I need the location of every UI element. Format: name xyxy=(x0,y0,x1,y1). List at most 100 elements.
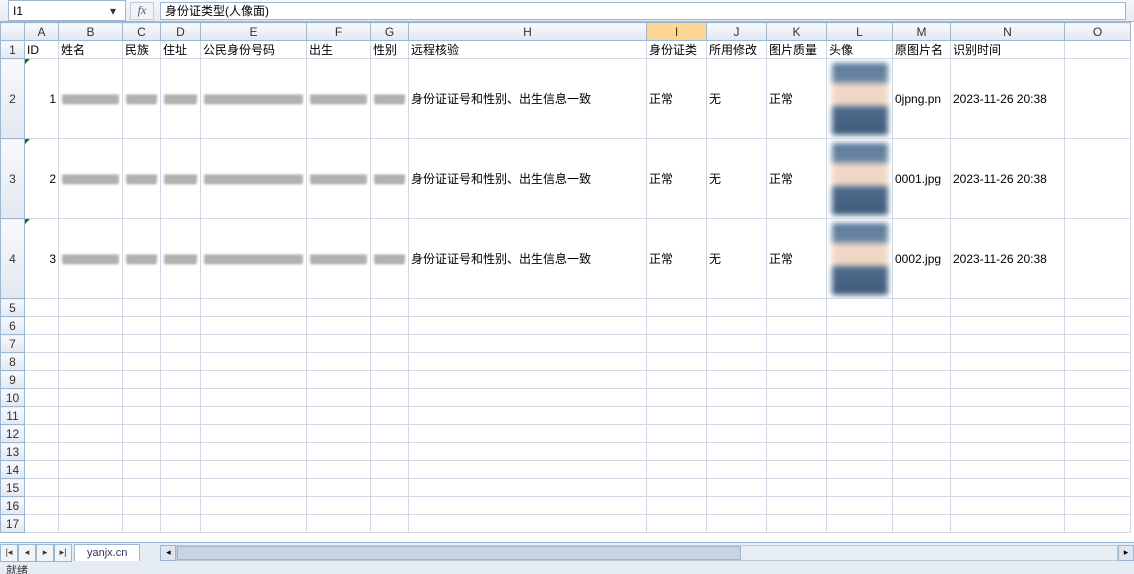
cell-empty-C-12[interactable] xyxy=(123,425,161,443)
cell-empty-I-15[interactable] xyxy=(647,479,707,497)
cell-empty-F-16[interactable] xyxy=(307,497,371,515)
cell-D-redacted[interactable] xyxy=(161,139,201,219)
tab-nav-last[interactable]: ▸| xyxy=(54,544,72,562)
cell-J-modify[interactable]: 无 xyxy=(707,219,767,299)
row-header-5[interactable]: 5 xyxy=(1,299,25,317)
row-header-7[interactable]: 7 xyxy=(1,335,25,353)
hscroll-thumb[interactable] xyxy=(177,546,741,560)
cell-empty-F-7[interactable] xyxy=(307,335,371,353)
cell-empty-C-11[interactable] xyxy=(123,407,161,425)
cell-empty-J-11[interactable] xyxy=(707,407,767,425)
cell-empty-M-15[interactable] xyxy=(893,479,951,497)
cell-empty-I-13[interactable] xyxy=(647,443,707,461)
cell-empty-O-14[interactable] xyxy=(1065,461,1131,479)
cell-G-redacted[interactable] xyxy=(371,59,409,139)
cell-F-redacted[interactable] xyxy=(307,219,371,299)
cell-empty-G-15[interactable] xyxy=(371,479,409,497)
cell-empty-G-14[interactable] xyxy=(371,461,409,479)
cell-empty-N-6[interactable] xyxy=(951,317,1065,335)
header-cell-C[interactable]: 民族 xyxy=(123,41,161,59)
row-header-6[interactable]: 6 xyxy=(1,317,25,335)
cell-empty-M-6[interactable] xyxy=(893,317,951,335)
cell-empty-E-13[interactable] xyxy=(201,443,307,461)
cell-empty-J-13[interactable] xyxy=(707,443,767,461)
cell-empty-C-17[interactable] xyxy=(123,515,161,533)
cell-empty-H-11[interactable] xyxy=(409,407,647,425)
sheet-tab[interactable]: yanjx.cn xyxy=(74,544,140,561)
cell-empty-N-16[interactable] xyxy=(951,497,1065,515)
col-header-A[interactable]: A xyxy=(25,23,59,41)
cell-empty-M-13[interactable] xyxy=(893,443,951,461)
cell-empty-I-17[interactable] xyxy=(647,515,707,533)
cell-empty-K-7[interactable] xyxy=(767,335,827,353)
cell-empty-C-14[interactable] xyxy=(123,461,161,479)
hscroll-track[interactable] xyxy=(176,545,1118,561)
cell-empty-D-15[interactable] xyxy=(161,479,201,497)
cell-empty-B-11[interactable] xyxy=(59,407,123,425)
cell-empty-H-6[interactable] xyxy=(409,317,647,335)
cell-empty-M-9[interactable] xyxy=(893,371,951,389)
cell-empty-C-15[interactable] xyxy=(123,479,161,497)
cell-empty-E-9[interactable] xyxy=(201,371,307,389)
header-cell-H[interactable]: 远程核验 xyxy=(409,41,647,59)
cell-empty-A-8[interactable] xyxy=(25,353,59,371)
cell-empty-B-16[interactable] xyxy=(59,497,123,515)
cell-empty-F-12[interactable] xyxy=(307,425,371,443)
cell-empty-J-15[interactable] xyxy=(707,479,767,497)
cell-empty-J-9[interactable] xyxy=(707,371,767,389)
cell-empty-K-5[interactable] xyxy=(767,299,827,317)
cell-empty-A-13[interactable] xyxy=(25,443,59,461)
cell-empty-K-8[interactable] xyxy=(767,353,827,371)
cell-C-redacted[interactable] xyxy=(123,219,161,299)
cell-empty-B-17[interactable] xyxy=(59,515,123,533)
col-header-F[interactable]: F xyxy=(307,23,371,41)
cell-empty-D-14[interactable] xyxy=(161,461,201,479)
cell-empty-D-12[interactable] xyxy=(161,425,201,443)
cell-empty-L-8[interactable] xyxy=(827,353,893,371)
header-cell-J[interactable]: 所用修改 xyxy=(707,41,767,59)
cell-empty-B-10[interactable] xyxy=(59,389,123,407)
cell-empty-L-9[interactable] xyxy=(827,371,893,389)
cell-empty-E-12[interactable] xyxy=(201,425,307,443)
cell-I-type[interactable]: 正常 xyxy=(647,219,707,299)
col-header-C[interactable]: C xyxy=(123,23,161,41)
cell-N-time[interactable]: 2023-11-26 20:38 xyxy=(951,59,1065,139)
cell-A-id[interactable]: 1 xyxy=(25,59,59,139)
cell-empty-J-12[interactable] xyxy=(707,425,767,443)
cell-empty-E-17[interactable] xyxy=(201,515,307,533)
cell-empty-I-10[interactable] xyxy=(647,389,707,407)
cell-E-redacted[interactable] xyxy=(201,219,307,299)
cell-empty-E-16[interactable] xyxy=(201,497,307,515)
cell-empty-A-7[interactable] xyxy=(25,335,59,353)
cell-empty-O-8[interactable] xyxy=(1065,353,1131,371)
cell-empty-G-7[interactable] xyxy=(371,335,409,353)
cell-D-redacted[interactable] xyxy=(161,59,201,139)
cell-empty-K-15[interactable] xyxy=(767,479,827,497)
cell-empty-M-16[interactable] xyxy=(893,497,951,515)
cell-M-filename[interactable]: 0jpng.pn xyxy=(893,59,951,139)
cell-H-verify[interactable]: 身份证证号和性别、出生信息一致 xyxy=(409,59,647,139)
cell-empty-N-12[interactable] xyxy=(951,425,1065,443)
cell-empty-G-5[interactable] xyxy=(371,299,409,317)
row-header-14[interactable]: 14 xyxy=(1,461,25,479)
cell-O-empty[interactable] xyxy=(1065,139,1131,219)
cell-empty-K-17[interactable] xyxy=(767,515,827,533)
cell-empty-J-17[interactable] xyxy=(707,515,767,533)
cell-empty-J-6[interactable] xyxy=(707,317,767,335)
header-cell-D[interactable]: 住址 xyxy=(161,41,201,59)
cell-G-redacted[interactable] xyxy=(371,139,409,219)
cell-empty-H-17[interactable] xyxy=(409,515,647,533)
fx-button[interactable]: fx xyxy=(130,2,154,20)
cell-J-modify[interactable]: 无 xyxy=(707,59,767,139)
cell-empty-A-10[interactable] xyxy=(25,389,59,407)
cell-empty-O-12[interactable] xyxy=(1065,425,1131,443)
cell-empty-A-12[interactable] xyxy=(25,425,59,443)
cell-empty-L-5[interactable] xyxy=(827,299,893,317)
cell-empty-L-15[interactable] xyxy=(827,479,893,497)
cell-empty-O-16[interactable] xyxy=(1065,497,1131,515)
cell-empty-N-5[interactable] xyxy=(951,299,1065,317)
cell-empty-N-15[interactable] xyxy=(951,479,1065,497)
cell-empty-N-7[interactable] xyxy=(951,335,1065,353)
cell-empty-K-10[interactable] xyxy=(767,389,827,407)
cell-empty-L-16[interactable] xyxy=(827,497,893,515)
